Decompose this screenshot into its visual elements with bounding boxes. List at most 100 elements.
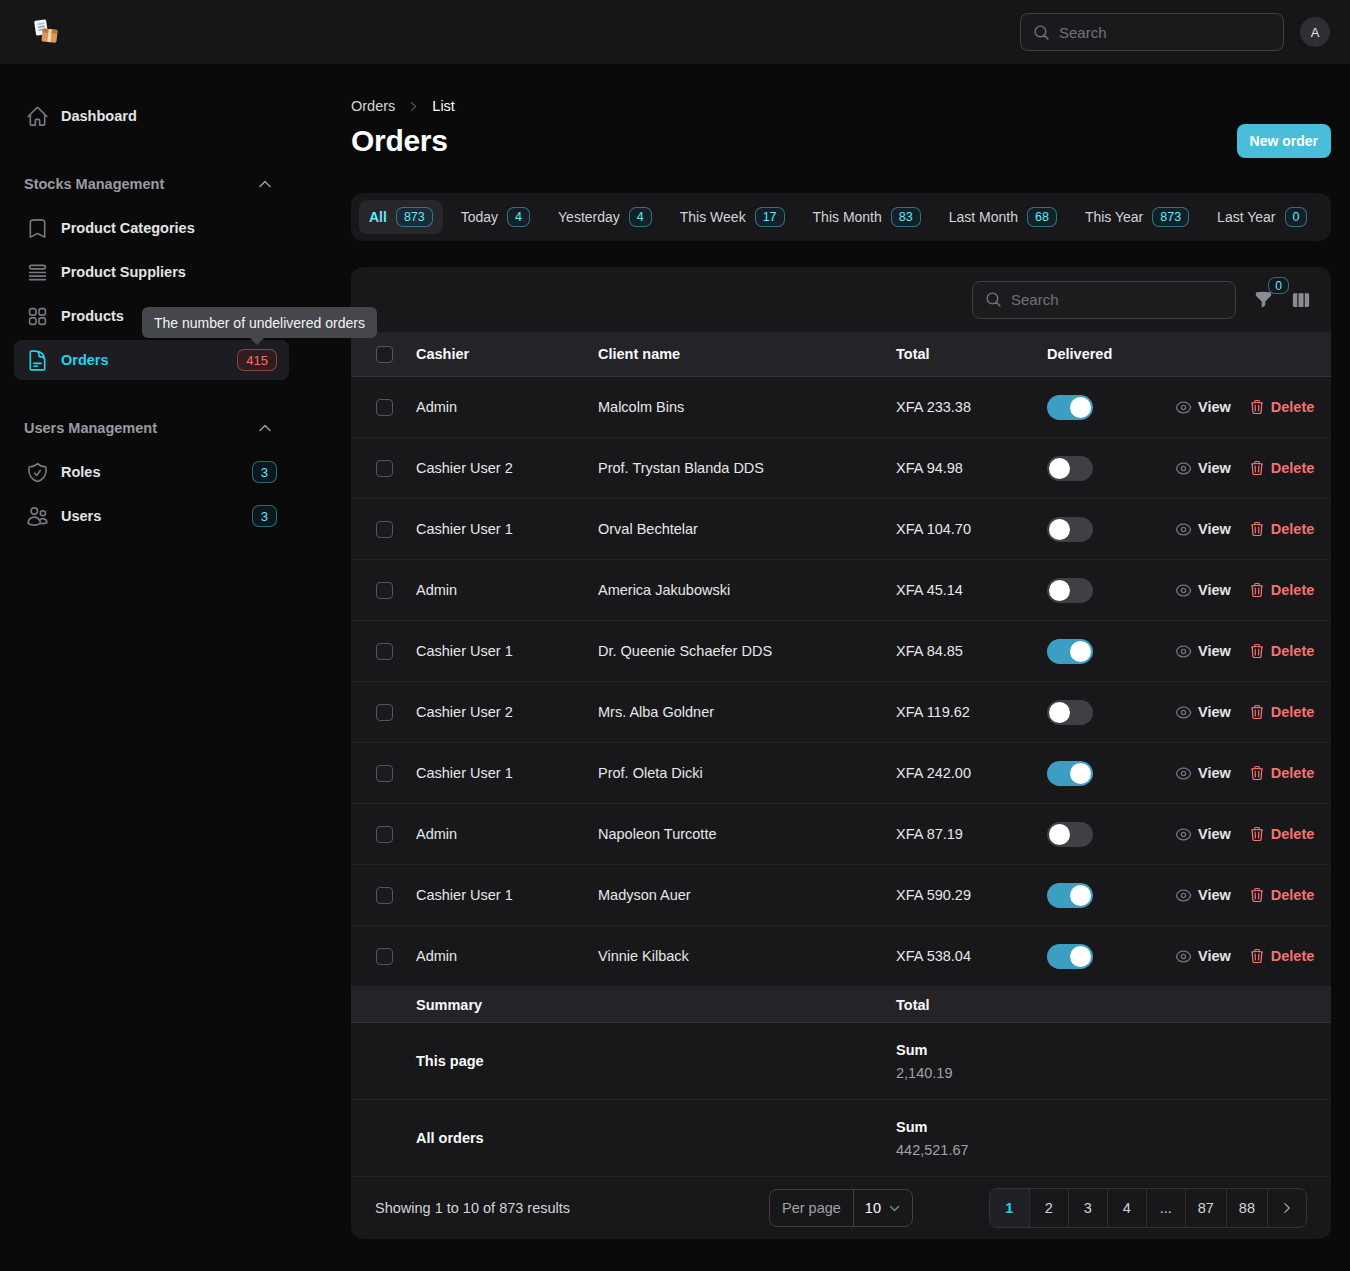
- column-header-client-name[interactable]: Client name: [598, 346, 896, 362]
- tab-today[interactable]: Today4: [451, 200, 540, 234]
- pagination-next-button[interactable]: [1267, 1189, 1306, 1227]
- table-search-placeholder: Search: [1011, 291, 1059, 308]
- total-cell: XFA 45.14: [896, 582, 1047, 598]
- sidebar-item-orders[interactable]: Orders415: [14, 340, 289, 380]
- squares-icon: [26, 305, 49, 328]
- view-button[interactable]: View: [1175, 399, 1231, 416]
- row-checkbox[interactable]: [376, 643, 393, 660]
- row-checkbox[interactable]: [376, 826, 393, 843]
- delivered-toggle[interactable]: [1047, 456, 1093, 481]
- summary-row-this-page: This page Sum 2,140.19: [351, 1023, 1331, 1100]
- pagination-page-1[interactable]: 1: [990, 1189, 1029, 1227]
- delivered-toggle[interactable]: [1047, 822, 1093, 847]
- tab-this-week[interactable]: This Week17: [670, 200, 795, 234]
- sidebar-item-product-suppliers[interactable]: Product Suppliers: [14, 252, 289, 292]
- main-content: Orders List Orders New order All873Today…: [319, 64, 1350, 1271]
- trash-icon: [1249, 948, 1265, 964]
- delete-button[interactable]: Delete: [1249, 948, 1315, 964]
- delete-button[interactable]: Delete: [1249, 826, 1315, 842]
- tab-this-month[interactable]: This Month83: [803, 200, 931, 234]
- client-name-cell: Vinnie Kilback: [598, 948, 896, 964]
- filter-button[interactable]: 0: [1254, 290, 1273, 309]
- view-button[interactable]: View: [1175, 582, 1231, 599]
- avatar[interactable]: A: [1300, 17, 1330, 47]
- tab-count-badge: 83: [891, 207, 921, 227]
- delivered-toggle[interactable]: [1047, 639, 1093, 664]
- eye-icon: [1175, 887, 1192, 904]
- row-checkbox[interactable]: [376, 582, 393, 599]
- pagination-page-4[interactable]: 4: [1107, 1189, 1146, 1227]
- view-button[interactable]: View: [1175, 643, 1231, 660]
- eye-icon: [1175, 460, 1192, 477]
- delivered-toggle[interactable]: [1047, 578, 1093, 603]
- view-button[interactable]: View: [1175, 704, 1231, 721]
- delivered-toggle[interactable]: [1047, 944, 1093, 969]
- delete-button[interactable]: Delete: [1249, 521, 1315, 537]
- select-all-checkbox[interactable]: [376, 346, 393, 363]
- delete-button[interactable]: Delete: [1249, 399, 1315, 415]
- breadcrumb-orders[interactable]: Orders: [351, 98, 395, 114]
- row-checkbox[interactable]: [376, 887, 393, 904]
- delivered-toggle[interactable]: [1047, 883, 1093, 908]
- row-checkbox[interactable]: [376, 521, 393, 538]
- pagination-ellipsis: ...: [1146, 1189, 1185, 1227]
- column-header-total[interactable]: Total: [896, 346, 1047, 362]
- filter-tabs: All873Today4Yesterday4This Week17This Mo…: [351, 193, 1331, 241]
- column-header-cashier[interactable]: Cashier: [416, 346, 598, 362]
- row-checkbox[interactable]: [376, 399, 393, 416]
- tab-last-year[interactable]: Last Year0: [1207, 200, 1317, 234]
- delete-button[interactable]: Delete: [1249, 704, 1315, 720]
- table-row: Cashier User 1Dr. Queenie Schaefer DDSXF…: [351, 621, 1331, 682]
- sum-label: Sum: [896, 1119, 1047, 1135]
- sidebar-section-header[interactable]: Stocks Management: [14, 172, 289, 196]
- row-checkbox[interactable]: [376, 765, 393, 782]
- sidebar-item-dashboard[interactable]: Dashboard: [14, 96, 289, 136]
- delete-button[interactable]: Delete: [1249, 582, 1315, 598]
- table-row: Cashier User 2Prof. Trystan Blanda DDSXF…: [351, 438, 1331, 499]
- delivered-toggle[interactable]: [1047, 395, 1093, 420]
- new-order-button[interactable]: New order: [1237, 124, 1331, 158]
- trash-icon: [1249, 765, 1265, 781]
- view-button[interactable]: View: [1175, 948, 1231, 965]
- pagination: 1234...8788: [989, 1188, 1307, 1228]
- per-page-select[interactable]: Per page 10: [769, 1189, 913, 1227]
- row-checkbox[interactable]: [376, 460, 393, 477]
- table-row: AdminAmerica JakubowskiXFA 45.14ViewDele…: [351, 560, 1331, 621]
- sidebar-section-header[interactable]: Users Management: [14, 416, 289, 440]
- sidebar-item-roles[interactable]: Roles3: [14, 452, 289, 492]
- sidebar-item-users[interactable]: Users3: [14, 496, 289, 536]
- toggle-columns-button[interactable]: [1291, 290, 1311, 310]
- client-name-cell: Prof. Oleta Dicki: [598, 765, 896, 781]
- delivered-toggle[interactable]: [1047, 761, 1093, 786]
- delete-button[interactable]: Delete: [1249, 765, 1315, 781]
- tab-last-month[interactable]: Last Month68: [939, 200, 1067, 234]
- delete-button[interactable]: Delete: [1249, 643, 1315, 659]
- pagination-page-87[interactable]: 87: [1185, 1189, 1226, 1227]
- view-button[interactable]: View: [1175, 521, 1231, 538]
- sidebar-item-product-categories[interactable]: Product Categories: [14, 208, 289, 248]
- view-button[interactable]: View: [1175, 887, 1231, 904]
- delivered-toggle[interactable]: [1047, 517, 1093, 542]
- home-icon: [26, 105, 49, 128]
- view-button[interactable]: View: [1175, 460, 1231, 477]
- delete-button[interactable]: Delete: [1249, 460, 1315, 476]
- row-checkbox[interactable]: [376, 948, 393, 965]
- global-search-input[interactable]: Search: [1020, 13, 1284, 51]
- pagination-page-88[interactable]: 88: [1226, 1189, 1267, 1227]
- row-checkbox[interactable]: [376, 704, 393, 721]
- view-button[interactable]: View: [1175, 826, 1231, 843]
- tab-yesterday[interactable]: Yesterday4: [548, 200, 662, 234]
- delete-button[interactable]: Delete: [1249, 887, 1315, 903]
- pagination-page-2[interactable]: 2: [1029, 1189, 1068, 1227]
- queue-list-icon: [26, 261, 49, 284]
- chevron-down-icon: [888, 1202, 901, 1215]
- tab-all[interactable]: All873: [359, 200, 443, 234]
- pagination-page-3[interactable]: 3: [1068, 1189, 1107, 1227]
- view-button[interactable]: View: [1175, 765, 1231, 782]
- table-search-input[interactable]: Search: [972, 281, 1236, 319]
- table-row: Cashier User 1Madyson AuerXFA 590.29View…: [351, 865, 1331, 926]
- tab-this-year[interactable]: This Year873: [1075, 200, 1199, 234]
- summary-row-all-orders: All orders Sum 442,521.67: [351, 1100, 1331, 1177]
- delivered-toggle[interactable]: [1047, 700, 1093, 725]
- app-logo-icon[interactable]: [32, 18, 60, 46]
